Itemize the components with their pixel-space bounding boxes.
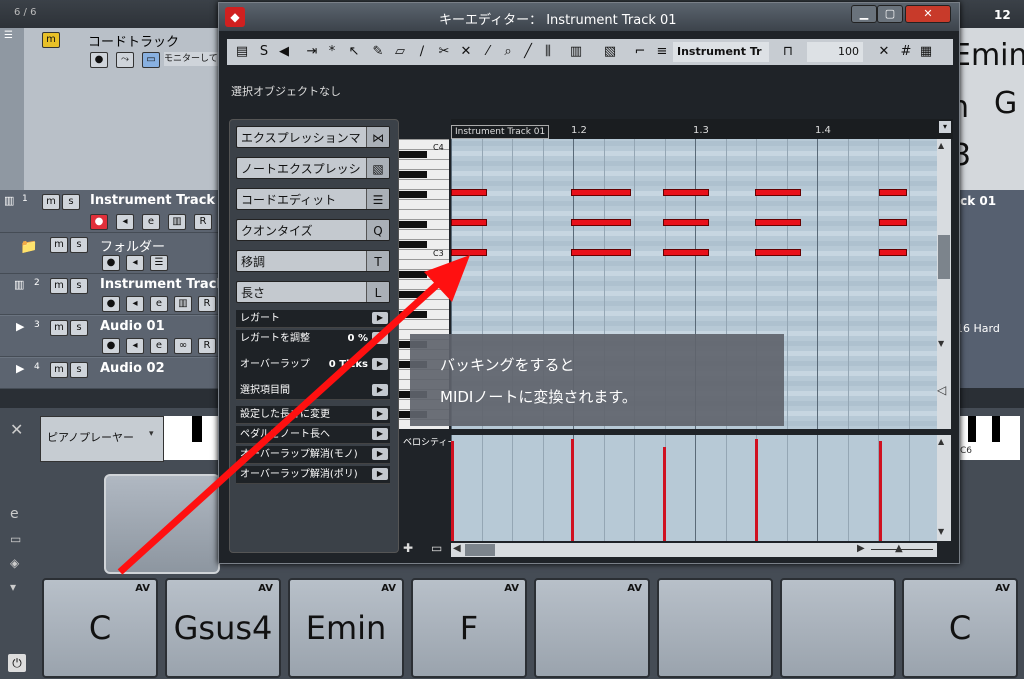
annotation-arrow [117, 255, 470, 575]
arrow-shaft [117, 279, 443, 575]
